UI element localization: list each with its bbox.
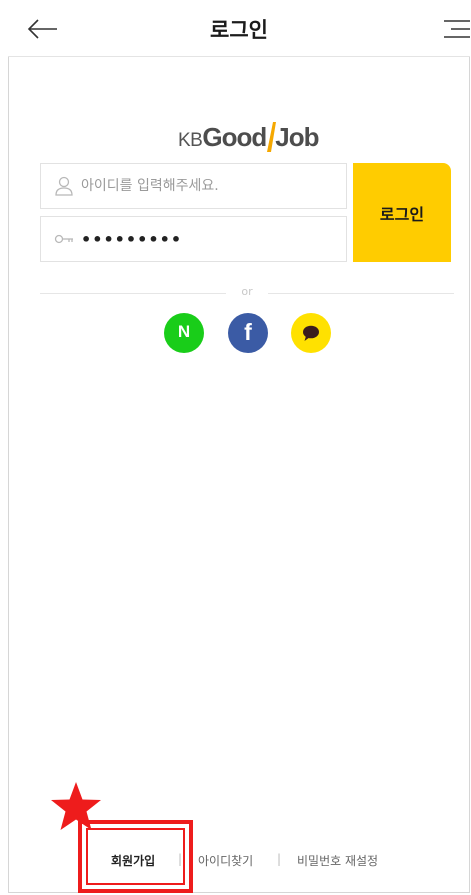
- naver-icon: N: [177, 322, 191, 341]
- divider-left: [40, 293, 226, 294]
- find-id-link[interactable]: 아이디찾기: [198, 852, 253, 869]
- header-bar: 로그인: [8, 0, 470, 57]
- login-button[interactable]: 로그인: [353, 163, 451, 262]
- user-icon: [55, 176, 73, 196]
- facebook-icon: f: [244, 319, 252, 345]
- page-title: 로그인: [210, 18, 268, 42]
- password-input[interactable]: [81, 217, 346, 261]
- footer-links: 회원가입 | 아이디찾기 | 비밀번호 재설정: [0, 848, 471, 872]
- password-field[interactable]: [40, 216, 347, 262]
- logo-kb-text: KB: [178, 130, 203, 151]
- key-icon: [54, 234, 73, 244]
- footer-separator: |: [277, 852, 282, 866]
- menu-button[interactable]: [440, 15, 470, 43]
- signup-link[interactable]: 회원가입: [111, 852, 155, 869]
- or-label: or: [241, 285, 253, 298]
- speech-bubble-icon: [303, 325, 319, 341]
- kb-goodjob-logo: KB Good Job: [178, 116, 319, 152]
- footer-separator: |: [178, 852, 183, 866]
- id-field[interactable]: [40, 163, 347, 209]
- naver-login-button[interactable]: N: [164, 313, 204, 353]
- hamburger-menu-icon: [444, 20, 470, 38]
- divider-right: [268, 293, 454, 294]
- logo-job-text: Job: [275, 122, 319, 152]
- kakao-login-button[interactable]: [291, 313, 331, 353]
- reset-password-link[interactable]: 비밀번호 재설정: [297, 852, 378, 869]
- facebook-login-button[interactable]: f: [228, 313, 268, 353]
- logo-good-text: Good: [202, 122, 267, 152]
- id-input[interactable]: [81, 164, 346, 208]
